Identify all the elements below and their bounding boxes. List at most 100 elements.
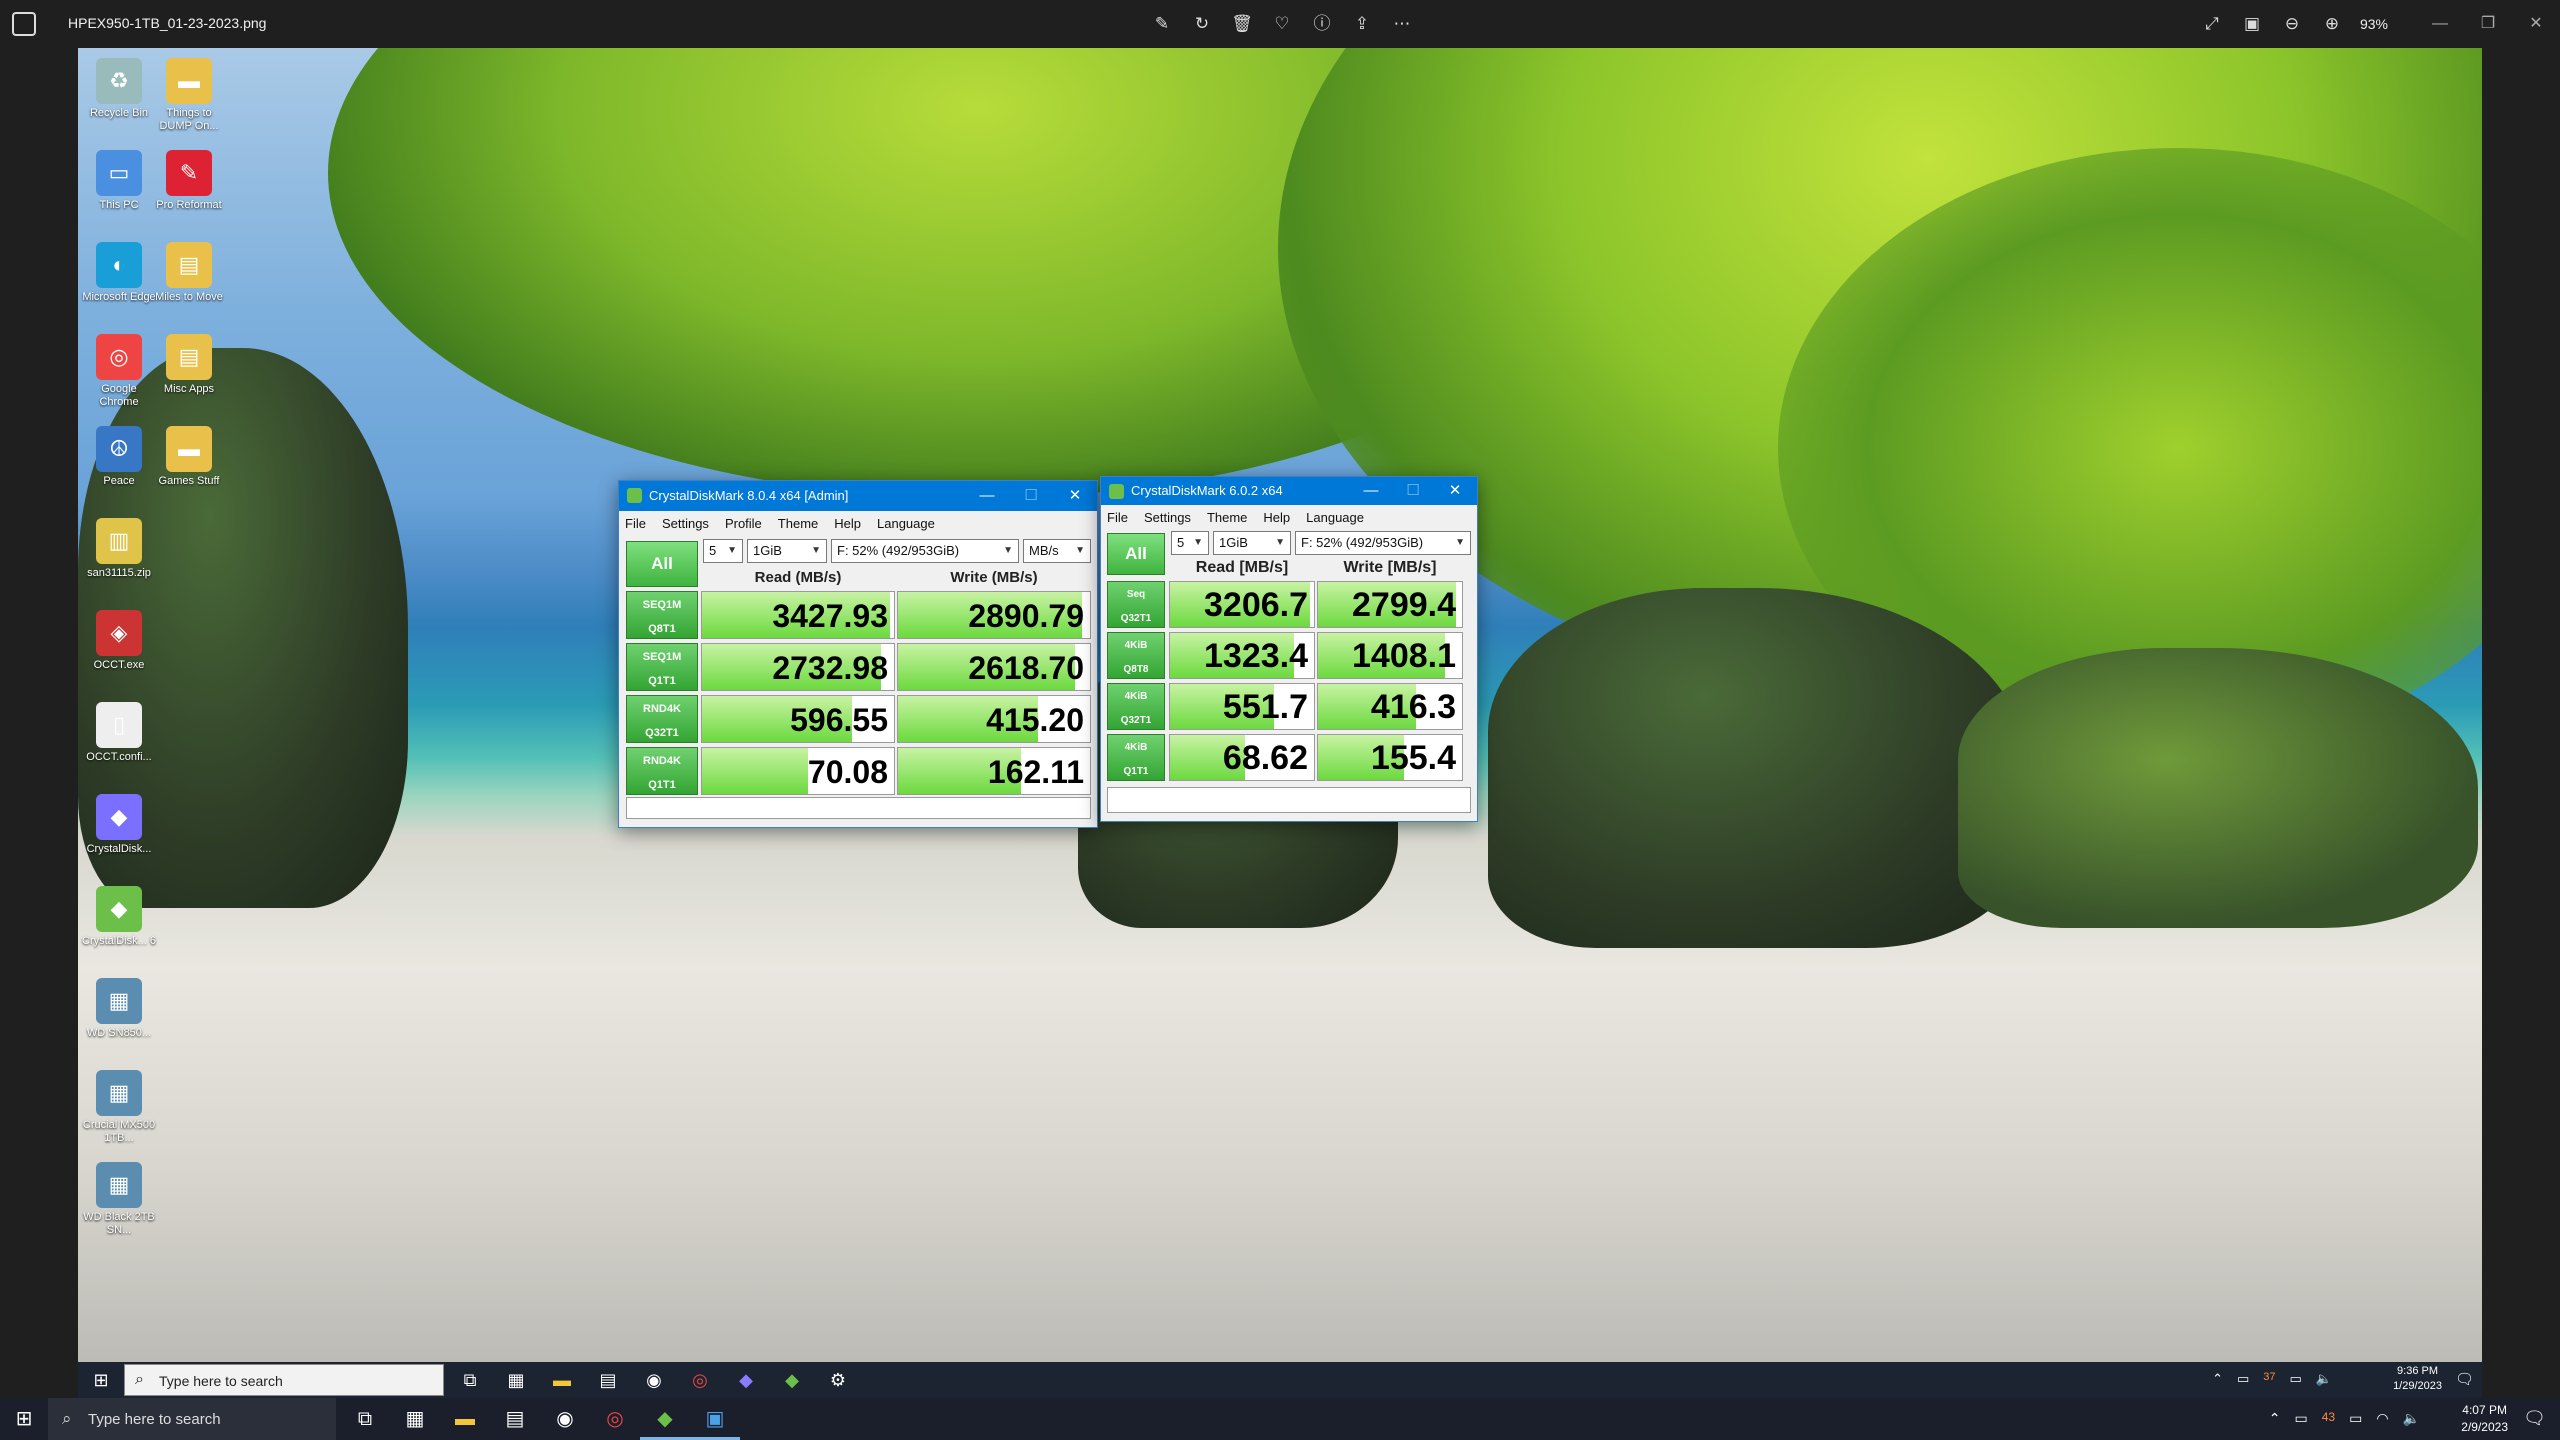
crystaldisk-icon[interactable]: ◆ bbox=[640, 1398, 690, 1440]
menu-item-language[interactable]: Language bbox=[877, 516, 935, 531]
test-row-label[interactable]: RND4K Q32T1 bbox=[626, 695, 698, 743]
photos-app-icon[interactable]: ▣ bbox=[690, 1398, 740, 1440]
tray-badge: 43 bbox=[2321, 1410, 2336, 1424]
maximize-icon[interactable]: ☐ bbox=[1009, 481, 1053, 511]
test-queue: Q1T1 bbox=[648, 675, 676, 687]
desktop-icon[interactable]: ✎ Pro Reformat bbox=[152, 146, 226, 234]
comment-field[interactable] bbox=[626, 797, 1091, 819]
desktop-icon[interactable]: ▤ Misc Apps bbox=[152, 330, 226, 418]
desktop-icon[interactable]: ◆ CrystalDisk... 6 bbox=[82, 882, 156, 970]
drive-select[interactable]: F: 52% (492/953GiB) ▼ bbox=[831, 539, 1019, 563]
favorite-icon[interactable]: ♡ bbox=[1268, 10, 1296, 38]
write-result-value: 2618.70 bbox=[968, 650, 1084, 686]
minimize-icon[interactable]: — bbox=[965, 481, 1009, 511]
test-name: 4KiB bbox=[1124, 691, 1148, 702]
test-row-label[interactable]: RND4K Q1T1 bbox=[626, 747, 698, 795]
count-select[interactable]: 5 ▼ bbox=[1171, 531, 1209, 555]
drive-select[interactable]: F: 52% (492/953GiB) ▼ bbox=[1295, 531, 1471, 555]
rotate-icon[interactable]: ↻ bbox=[1188, 10, 1216, 38]
more-icon[interactable]: ⋯ bbox=[1388, 10, 1416, 38]
calculator-icon[interactable]: ▦ bbox=[390, 1398, 440, 1440]
taskbar-search-box[interactable]: ⌕ Type here to search bbox=[48, 1398, 336, 1440]
minimize-icon[interactable]: — bbox=[1349, 477, 1393, 505]
size-select[interactable]: 1GiB ▼ bbox=[747, 539, 827, 563]
desktop-icon[interactable]: ▥ san31115.zip bbox=[82, 514, 156, 602]
close-icon[interactable]: ✕ bbox=[1433, 477, 1477, 505]
all-button[interactable]: All bbox=[626, 541, 698, 587]
unit-select[interactable]: MB/s ▼ bbox=[1023, 539, 1091, 563]
desktop-icon[interactable]: ▦ WD SN850... bbox=[82, 974, 156, 1062]
menu-item-settings[interactable]: Settings bbox=[662, 516, 709, 531]
desktop-icon[interactable]: ☮ Peace bbox=[82, 422, 156, 510]
delete-icon[interactable]: 🗑 bbox=[1228, 10, 1256, 38]
notification-icon[interactable]: 🗨 bbox=[2523, 1408, 2546, 1429]
size-select[interactable]: 1GiB ▼ bbox=[1213, 531, 1291, 555]
menu-item-settings[interactable]: Settings bbox=[1144, 510, 1191, 525]
screenshot-time: 9:36 PM bbox=[2397, 1365, 2439, 1377]
file-explorer-icon[interactable]: ▬ bbox=[440, 1398, 490, 1440]
all-button[interactable]: All bbox=[1107, 533, 1165, 575]
menu-item-profile[interactable]: Profile bbox=[725, 516, 762, 531]
desktop-icon[interactable]: ▬ Games Stuff bbox=[152, 422, 226, 510]
test-name: SEQ1M bbox=[642, 651, 682, 663]
chevron-up-icon[interactable]: ⌃ bbox=[2269, 1410, 2281, 1427]
wifi-icon[interactable]: ◠ bbox=[2376, 1410, 2388, 1427]
task-view-icon[interactable]: ⧉ bbox=[340, 1398, 390, 1440]
menu-item-help[interactable]: Help bbox=[1263, 510, 1290, 525]
clock-app-icon[interactable]: ◉ bbox=[540, 1398, 590, 1440]
desktop-icon[interactable]: ◆ CrystalDisk... bbox=[82, 790, 156, 878]
desktop-icon[interactable]: ▦ WD Black 2TB SN... bbox=[82, 1158, 156, 1246]
close-icon[interactable]: ✕ bbox=[2512, 0, 2560, 48]
read-result-cell: 3427.93 bbox=[701, 591, 895, 639]
menu-item-language[interactable]: Language bbox=[1306, 510, 1364, 525]
network-icon[interactable]: ▭ bbox=[2295, 1410, 2308, 1427]
desktop-icon[interactable]: ▤ Miles to Move bbox=[152, 238, 226, 326]
desktop-icon[interactable]: ▦ Crucial MX500 1TB... bbox=[82, 1066, 156, 1154]
chrome-icon[interactable]: ◎ bbox=[590, 1398, 640, 1440]
count-select[interactable]: 5 ▼ bbox=[703, 539, 743, 563]
test-row-label[interactable]: Seq Q32T1 bbox=[1107, 581, 1165, 628]
menu-item-file[interactable]: File bbox=[1107, 510, 1128, 525]
close-icon[interactable]: ✕ bbox=[1053, 481, 1097, 511]
info-icon[interactable]: ⓘ bbox=[1308, 10, 1336, 38]
menu-item-help[interactable]: Help bbox=[834, 516, 861, 531]
maximize-icon[interactable]: ❐ bbox=[2464, 0, 2512, 48]
chevron-down-icon: ▼ bbox=[1193, 537, 1203, 548]
fullscreen-icon[interactable]: ⤢ bbox=[2198, 10, 2226, 38]
screenshot-taskbar: ⊞ ⌕ Type here to search ⧉ ▦ ▬ ▤ ◉ ◎ ◆ ◆ … bbox=[78, 1362, 2482, 1398]
share-icon[interactable]: ⇪ bbox=[1348, 10, 1376, 38]
desktop-icon-label: Pro Reformat bbox=[156, 199, 222, 211]
drive-value: F: 52% (492/953GiB) bbox=[1301, 535, 1424, 550]
test-row-label[interactable]: 4KiB Q32T1 bbox=[1107, 683, 1165, 730]
desktop-icon[interactable]: ▭ This PC bbox=[82, 146, 156, 234]
desktop-icon[interactable]: ♻ Recycle Bin bbox=[82, 54, 156, 142]
test-row-label[interactable]: 4KiB Q8T8 bbox=[1107, 632, 1165, 679]
edit-icon[interactable]: ✎ bbox=[1148, 10, 1176, 38]
app-icon[interactable]: ▤ bbox=[490, 1398, 540, 1440]
display-icon[interactable]: ▭ bbox=[2349, 1410, 2362, 1427]
desktop-icon[interactable]: ◐ Microsoft Edge bbox=[82, 238, 156, 326]
zoom-out-icon[interactable]: ⊖ bbox=[2278, 10, 2306, 38]
desktop-icon-label: Peace bbox=[103, 475, 135, 487]
test-row-label[interactable]: SEQ1M Q8T1 bbox=[626, 591, 698, 639]
desktop-icon-label: WD Black 2TB SN... bbox=[83, 1211, 155, 1236]
desktop-icon[interactable]: ◈ OCCT.exe bbox=[82, 606, 156, 694]
test-name: RND4K bbox=[643, 703, 681, 715]
menu-item-theme[interactable]: Theme bbox=[778, 516, 818, 531]
desktop-icon[interactable]: ◎ Google Chrome bbox=[82, 330, 156, 418]
maximize-icon[interactable]: ☐ bbox=[1391, 477, 1435, 505]
taskbar-search-placeholder: Type here to search bbox=[88, 1411, 221, 1428]
windows-start-icon[interactable]: ⊞ bbox=[0, 1398, 48, 1440]
comment-field[interactable] bbox=[1107, 787, 1471, 813]
fit-icon[interactable]: ▣ bbox=[2238, 10, 2266, 38]
test-row-label[interactable]: 4KiB Q1T1 bbox=[1107, 734, 1165, 781]
test-row-label[interactable]: SEQ1M Q1T1 bbox=[626, 643, 698, 691]
zoom-in-icon[interactable]: ⊕ bbox=[2318, 10, 2346, 38]
desktop-icon[interactable]: ▬ Things to DUMP On... bbox=[152, 54, 226, 142]
volume-icon[interactable]: 🔈 bbox=[2403, 1410, 2420, 1427]
menu-item-file[interactable]: File bbox=[625, 516, 646, 531]
menu-item-theme[interactable]: Theme bbox=[1207, 510, 1247, 525]
taskbar-clock[interactable]: 4:07 PM 2/9/2023 bbox=[2461, 1402, 2508, 1436]
desktop-icon[interactable]: ▯ OCCT.confi... bbox=[82, 698, 156, 786]
minimize-icon[interactable]: — bbox=[2416, 0, 2464, 48]
